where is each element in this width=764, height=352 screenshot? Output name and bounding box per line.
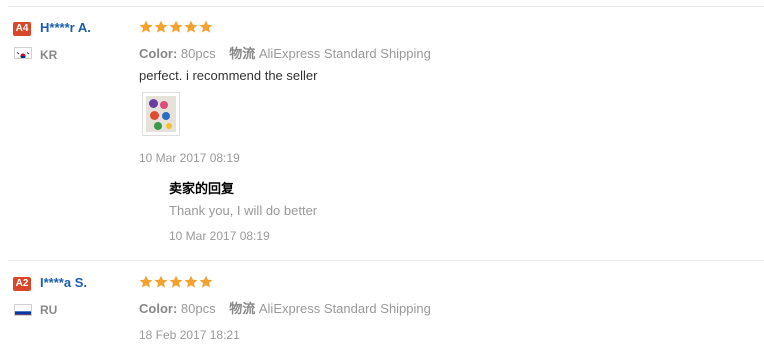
star-icon	[184, 20, 198, 33]
seller-reply-date: 10 Mar 2017 08:19	[169, 229, 270, 243]
logistics-label: 物流	[229, 46, 256, 61]
buyer-level-badge: A4	[13, 22, 31, 36]
top-divider	[8, 6, 764, 7]
star-icon	[154, 20, 168, 33]
buyer-username[interactable]: I****a S.	[40, 275, 87, 290]
review-text: perfect. i recommend the seller	[139, 68, 318, 83]
star-rating	[139, 275, 213, 289]
color-value: 80pcs	[180, 46, 216, 61]
ru-flag-icon	[14, 304, 32, 316]
order-info: Color: 80pcs 物流 AliExpress Standard Ship…	[139, 298, 431, 317]
review-photo-thumbnail[interactable]	[142, 92, 180, 136]
buyer-country: KR	[40, 48, 58, 62]
color-value: 80pcs	[180, 301, 216, 316]
buyer-country: RU	[40, 303, 58, 317]
logistics-label: 物流	[229, 301, 256, 316]
shipping-method: AliExpress Standard Shipping	[258, 301, 431, 316]
star-icon	[139, 20, 153, 33]
star-icon	[169, 275, 183, 288]
star-icon	[199, 275, 213, 288]
star-icon	[199, 20, 213, 33]
color-label: Color:	[139, 46, 178, 61]
review-divider	[8, 260, 764, 261]
seller-reply-title: 卖家的回复	[169, 181, 235, 196]
order-info: Color: 80pcs 物流 AliExpress Standard Ship…	[139, 43, 431, 62]
review-date: 18 Feb 2017 18:21	[139, 328, 240, 342]
star-rating	[139, 20, 213, 34]
kr-flag-icon	[14, 47, 32, 59]
color-label: Color:	[139, 301, 178, 316]
shipping-method: AliExpress Standard Shipping	[258, 46, 431, 61]
star-icon	[169, 20, 183, 33]
seller-reply-text: Thank you, I will do better	[169, 203, 318, 218]
star-icon	[154, 275, 168, 288]
review-date: 10 Mar 2017 08:19	[139, 151, 240, 165]
buyer-username[interactable]: H****r A.	[40, 20, 91, 35]
star-icon	[184, 275, 198, 288]
buyer-level-badge: A2	[13, 277, 31, 291]
star-icon	[139, 275, 153, 288]
